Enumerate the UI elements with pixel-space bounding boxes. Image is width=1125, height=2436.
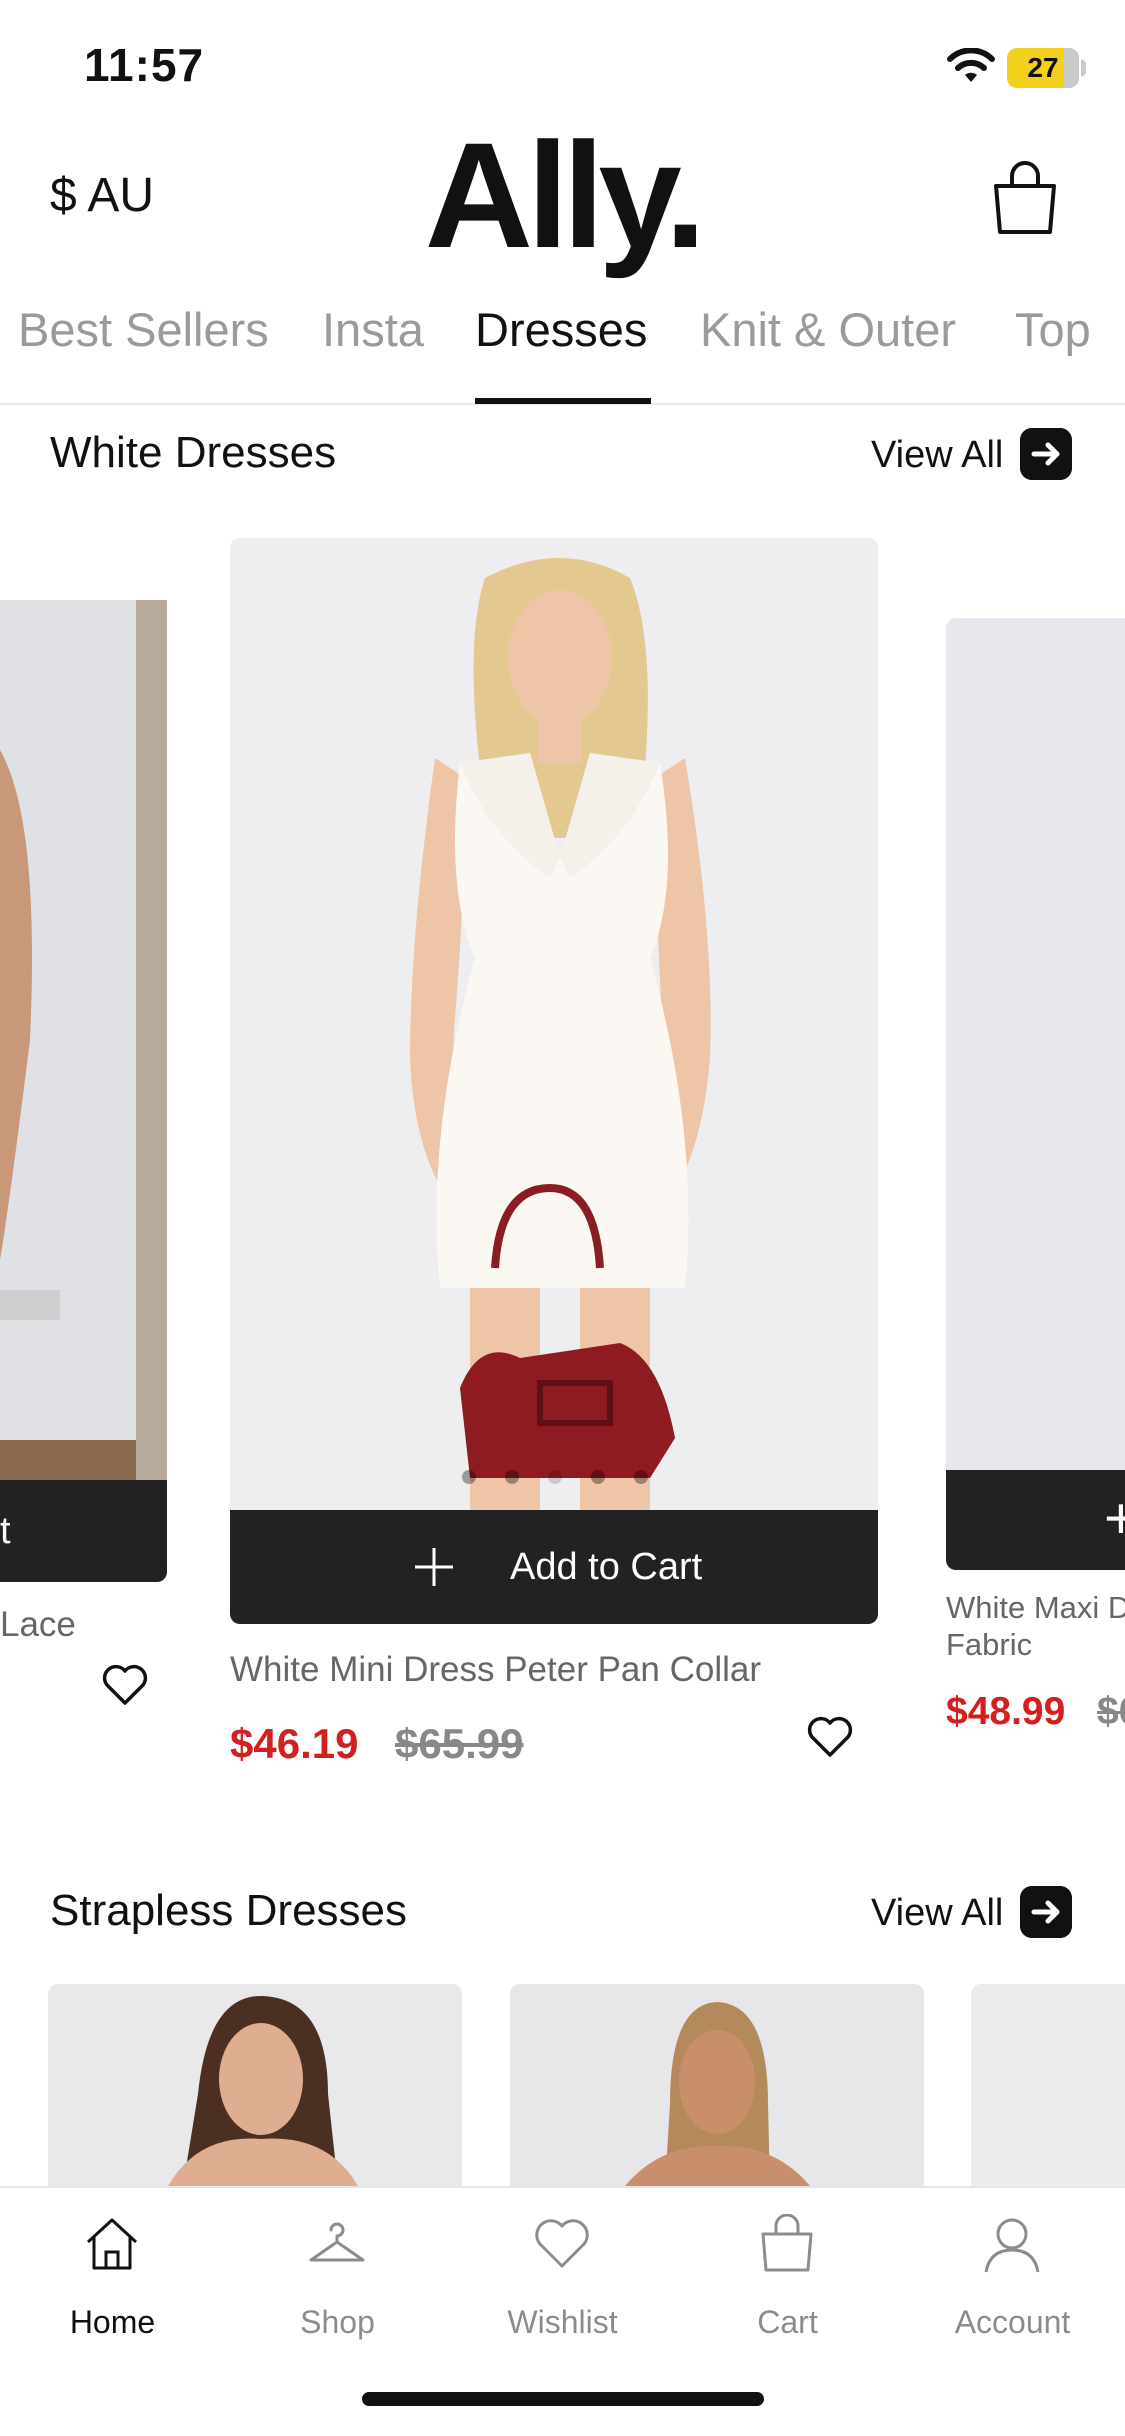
app-header: $ AU Ally. [0,120,1125,270]
product-name-right-line2[interactable]: Fabric [946,1627,1032,1663]
product-image-strapless-1[interactable] [48,1984,462,2186]
add-to-cart-button-left[interactable]: t [0,1480,167,1582]
heart-icon [535,2219,589,2268]
view-all-link[interactable]: View All [871,1892,1003,1935]
tab-knit-outer[interactable]: Knit & Outer [700,302,956,357]
brand-logo[interactable]: Ally. [0,120,1125,270]
carousel-dot[interactable] [462,1470,476,1484]
tab-insta[interactable]: Insta [322,302,424,357]
arrow-right-icon[interactable] [1020,428,1072,480]
product-name[interactable]: White Mini Dress Peter Pan Collar [230,1650,761,1690]
nav-wishlist[interactable]: Wishlist [450,2188,675,2358]
nav-label: Shop [300,2304,375,2340]
home-indicator [362,2392,764,2406]
nav-label: Account [954,2304,1071,2340]
nav-home[interactable]: Home [0,2188,225,2358]
nav-shop[interactable]: Shop [225,2188,450,2358]
bag-icon [761,2214,813,2272]
tab-dresses[interactable]: Dresses [475,302,647,357]
heart-icon[interactable] [101,1663,149,1707]
original-price: $65.99 [395,1720,524,1767]
add-to-cart-button[interactable]: Add to Cart [230,1510,878,1624]
product-photo-left [0,600,167,1480]
section-title-strapless-dresses: Strapless Dresses [50,1886,408,1935]
status-time: 11:57 [84,39,205,91]
nav-label: Wishlist [507,2304,618,2340]
add-to-cart-button-right[interactable]: + [946,1470,1125,1570]
carousel-dot[interactable] [591,1470,605,1484]
product-image-left[interactable] [0,600,167,1480]
tab-tops[interactable]: Top [1015,302,1125,357]
product-image-strapless-2[interactable] [510,1984,924,2186]
sale-price-right: $48.99 [946,1690,1066,1733]
product-photo-center [230,538,878,1511]
arrow-right-icon[interactable] [1020,1886,1072,1938]
home-icon [86,2218,138,2270]
plus-icon [415,1548,453,1586]
sale-price: $46.19 [230,1720,359,1767]
carousel-dot[interactable] [505,1470,519,1484]
battery-indicator: 27 [1007,48,1079,88]
nav-account[interactable]: Account [900,2188,1125,2358]
plus-icon: + [1104,1486,1125,1551]
user-icon [984,2218,1040,2273]
battery-tip [1081,60,1086,76]
heart-icon[interactable] [806,1715,854,1759]
carousel-dot[interactable] [634,1470,648,1484]
nav-cart[interactable]: Cart [675,2188,900,2358]
active-tab-indicator [475,398,651,404]
product-name-right[interactable]: White Maxi D [946,1590,1125,1626]
product-image-strapless-3[interactable] [971,1984,1125,2186]
category-tabs: Best Sellers Insta Dresses Knit & Outer … [0,290,1125,405]
view-all-link[interactable]: View All [871,434,1003,477]
nav-label: Cart [757,2304,818,2340]
wifi-icon [947,48,995,82]
product-photo [48,1984,462,2186]
original-price-right: $6 [1097,1690,1125,1733]
add-to-cart-label: Add to Cart [510,1546,703,1588]
add-to-cart-label: t [0,1510,11,1552]
product-image-center[interactable] [230,538,878,1511]
battery-level: 27 [1027,52,1059,83]
nav-label: Home [69,2304,156,2340]
product-photo [510,1984,924,2186]
tab-best-sellers[interactable]: Best Sellers [18,302,269,357]
section-title-white-dresses: White Dresses [50,428,337,477]
bag-icon[interactable] [990,160,1060,236]
hanger-icon [309,2222,365,2262]
product-image-right[interactable] [946,618,1125,1470]
carousel-dot[interactable] [548,1470,562,1484]
product-name-left[interactable]: Lace [0,1605,76,1645]
